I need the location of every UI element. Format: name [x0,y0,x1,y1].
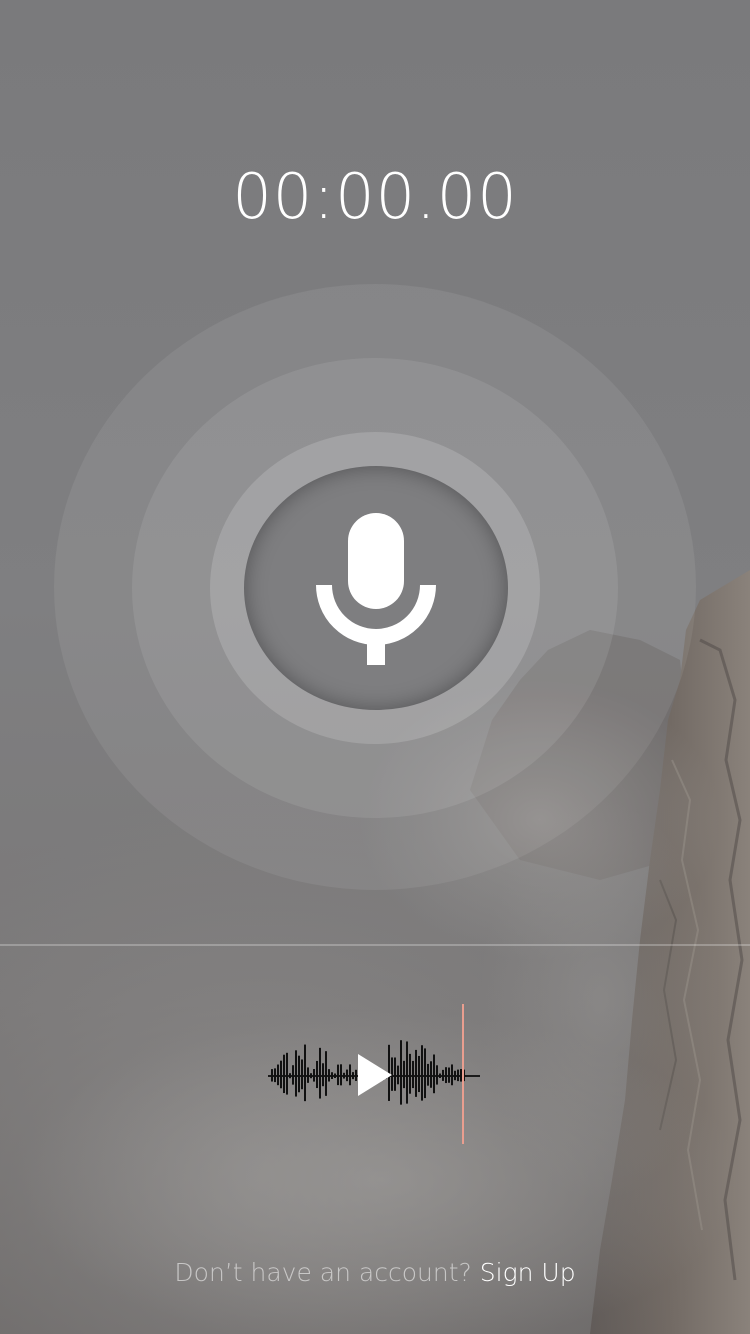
signup-prompt: Don’t have an account? Sign Up [0,1258,750,1287]
sign-up-link[interactable]: Sign Up [480,1258,576,1287]
play-icon[interactable] [352,1052,396,1098]
microphone-icon [316,513,436,665]
recording-timer: 00:00.00 [232,160,518,233]
footer-prompt-text: Don’t have an account? [174,1258,472,1287]
recorder-screen: 00:00.00 Don’t have an account? Sign Up [0,0,750,1334]
section-divider [0,944,750,946]
